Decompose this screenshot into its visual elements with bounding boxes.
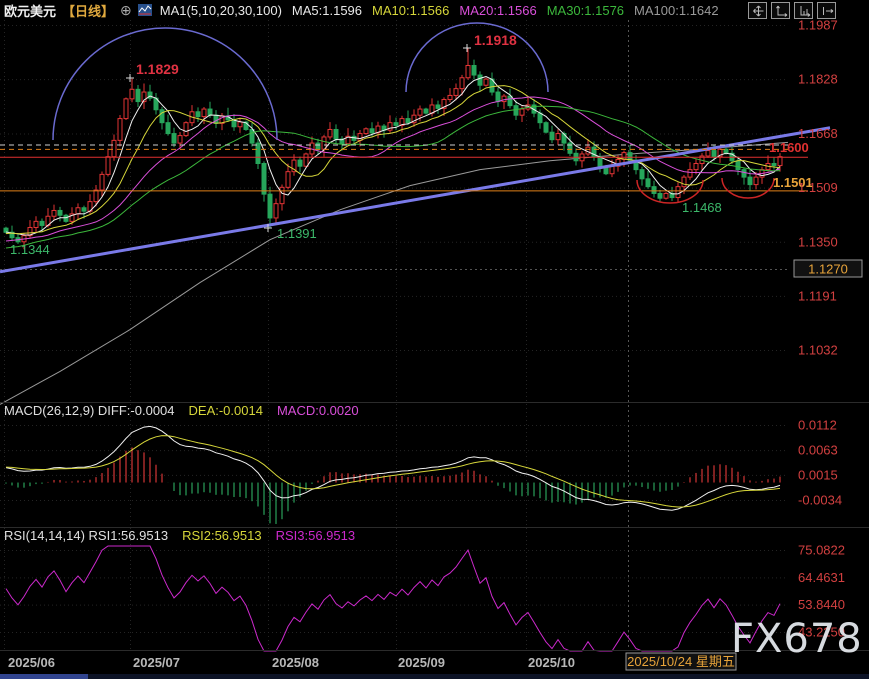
pan-move-icon[interactable] xyxy=(748,2,767,19)
panel-separators xyxy=(0,403,869,651)
ma-values: MA5:1.1596 MA10:1.1566 MA20:1.1566 MA30:1.1… xyxy=(282,3,719,18)
rsi-value-label: RSI2:56.9513 xyxy=(182,528,262,543)
ma10-line xyxy=(6,86,780,234)
ma100-line xyxy=(0,142,788,404)
crosshair xyxy=(0,20,788,650)
ma-settings-label: MA1(5,10,20,30,100) xyxy=(160,3,282,18)
svg-text:2025/10: 2025/10 xyxy=(528,655,575,670)
svg-text:53.8440: 53.8440 xyxy=(798,597,845,612)
gridlines xyxy=(0,20,788,650)
pan-right-icon[interactable] xyxy=(817,2,836,19)
svg-text:1.1509: 1.1509 xyxy=(798,180,838,195)
trading-chart-window: 欧元美元 【日线】 ⊕ MA1(5,10,20,30,100) MA5:1.15… xyxy=(0,0,869,679)
macd-diff-line xyxy=(6,426,780,510)
svg-text:2025/10/24 星期五: 2025/10/24 星期五 xyxy=(627,654,735,669)
macd-value-label: DEA:-0.0014 xyxy=(189,403,263,418)
svg-text:0.0112: 0.0112 xyxy=(798,418,837,433)
circle-plus-icon[interactable]: ⊕ xyxy=(120,3,132,17)
date-axis: 2025/06 2025/07 2025/08 2025/09 2025/10 2025/… xyxy=(8,653,736,670)
rsi-line xyxy=(6,546,780,651)
chart-type-icon[interactable] xyxy=(138,4,152,16)
svg-text:2025/07: 2025/07 xyxy=(133,655,180,670)
timeframe-label[interactable]: 【日线】 xyxy=(62,1,114,20)
macd-axis: 0.0112 0.0063 0.0015 -0.0034 xyxy=(798,418,842,508)
rsi-value-label: RSI3:56.9513 xyxy=(276,528,356,543)
svg-text:2025/06: 2025/06 xyxy=(8,655,55,670)
svg-text:0.0015: 0.0015 xyxy=(798,467,838,482)
svg-text:1.1032: 1.1032 xyxy=(798,342,838,357)
svg-text:1.1828: 1.1828 xyxy=(798,72,838,87)
macd-value-label: MACD:0.0020 xyxy=(277,403,359,418)
bottom-scrollbar[interactable] xyxy=(0,674,869,679)
macd-panel xyxy=(6,426,780,524)
rsi-header: RSI(14,14,14) RSI1:56.9513 RSI2:56.9513 RS… xyxy=(4,528,369,543)
macd-value-label: MACD(26,12,9) DIFF:-0.0004 xyxy=(4,403,175,418)
zoom-horizontal-axis-icon[interactable] xyxy=(794,2,813,19)
svg-text:1.1350: 1.1350 xyxy=(798,234,838,249)
chart-canvas[interactable]: 1.1829 1.1918 1.1391 1.1344 1.1468 1.1600 1.15… xyxy=(0,0,869,679)
svg-text:1.1344: 1.1344 xyxy=(10,242,50,257)
chart-toolbar xyxy=(748,2,836,19)
macd-dea-line xyxy=(6,436,780,507)
svg-text:1.1191: 1.1191 xyxy=(798,288,837,303)
macd-header: MACD(26,12,9) DIFF:-0.0004 DEA:-0.0014 MAC… xyxy=(4,403,373,418)
zoom-vertical-axis-icon[interactable] xyxy=(771,2,790,19)
svg-text:-0.0034: -0.0034 xyxy=(798,493,842,508)
ma-value-label: MA5:1.1596 xyxy=(292,3,362,18)
svg-text:75.0822: 75.0822 xyxy=(798,543,845,558)
watermark-logo: FX678 xyxy=(731,616,863,662)
ma-value-label: MA20:1.1566 xyxy=(459,3,536,18)
svg-text:2025/09: 2025/09 xyxy=(398,655,445,670)
ma-value-label: MA10:1.1566 xyxy=(372,3,449,18)
ma-value-label: MA100:1.1642 xyxy=(634,3,719,18)
svg-text:64.4631: 64.4631 xyxy=(798,570,845,585)
ma-value-label: MA30:1.1576 xyxy=(547,3,624,18)
svg-text:1.1918: 1.1918 xyxy=(474,32,517,48)
svg-text:1.1668: 1.1668 xyxy=(798,126,838,141)
rsi-panel xyxy=(6,546,780,651)
price-axis: 1.19871.18281.16681.15091.13501.11911.10… xyxy=(794,18,862,358)
svg-text:1.1391: 1.1391 xyxy=(277,226,317,241)
symbol-name: 欧元美元 xyxy=(4,1,56,20)
svg-text:1.1270: 1.1270 xyxy=(808,262,848,277)
rsi-value-label: RSI(14,14,14) RSI1:56.9513 xyxy=(4,528,168,543)
chart-header: 欧元美元 【日线】 ⊕ MA1(5,10,20,30,100) MA5:1.15… xyxy=(0,0,869,20)
svg-text:1.1468: 1.1468 xyxy=(682,200,722,215)
svg-text:0.0063: 0.0063 xyxy=(798,443,838,458)
svg-text:1.1600: 1.1600 xyxy=(769,140,809,155)
scrollbar-thumb[interactable] xyxy=(0,674,88,679)
svg-text:2025/08: 2025/08 xyxy=(272,655,319,670)
svg-text:1.1829: 1.1829 xyxy=(136,61,179,77)
